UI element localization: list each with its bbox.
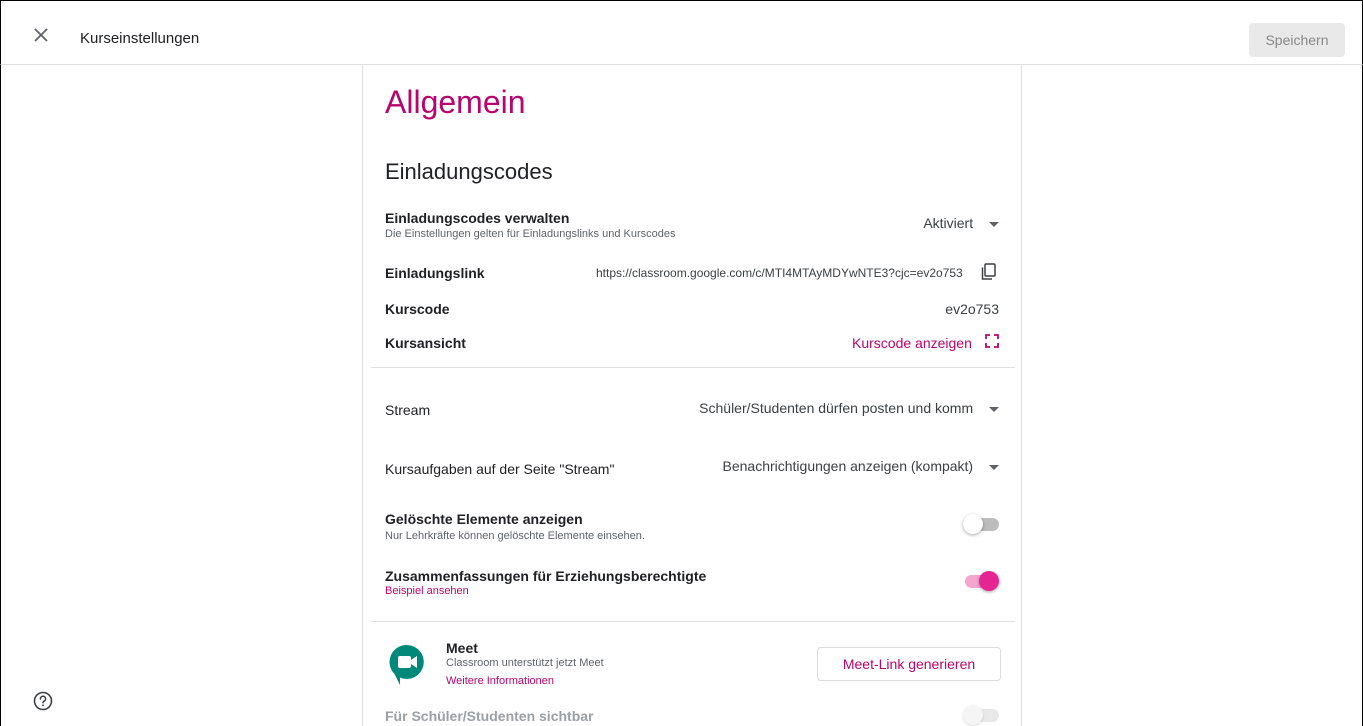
stream-dropdown[interactable]: Schüler/Studenten dürfen posten und komm [699,400,999,416]
deleted-items-label: Gelöschte Elemente anzeigen [385,511,583,527]
close-icon[interactable] [29,23,53,47]
course-code-label: Kurscode [385,301,450,317]
manage-codes-description: Die Einstellungen gelten für Einladungsl… [385,228,676,240]
meet-description: Classroom unterstützt jetzt Meet [446,657,604,669]
page-header-title: Kurseinstellungen [80,30,200,47]
guardian-summaries-toggle[interactable] [963,571,999,591]
section-divider [371,367,1015,368]
course-view-label: Kursansicht [385,335,466,351]
classwork-stream-dropdown[interactable]: Benachrichtigungen anzeigen (kompakt) [722,458,999,474]
section-divider [371,621,1015,622]
manage-codes-label: Einladungscodes verwalten [385,210,570,226]
section-title: Einladungscodes [385,159,553,184]
visible-to-students-label: Für Schüler/Studenten sichtbar [385,708,594,724]
toggle-knob [963,514,983,534]
classwork-stream-value: Benachrichtigungen anzeigen (kompakt) [722,458,974,474]
toggle-knob [979,571,999,591]
toggle-knob [963,705,983,725]
see-example-link[interactable]: Beispiel ansehen [385,585,469,597]
settings-card: Allgemein Einladungscodes Einladungscode… [362,65,1022,726]
stream-label: Stream [385,402,431,418]
show-course-code-link[interactable]: Kurscode anzeigen [852,335,972,351]
course-code-value: ev2o753 [945,301,999,317]
page-title: Allgemein [385,84,526,120]
deleted-items-description: Nur Lehrkräfte können gelöschte Elemente… [385,530,645,542]
invite-link-label: Einladungslink [385,265,485,281]
meet-title: Meet [446,640,478,656]
help-icon[interactable] [32,690,54,712]
copy-icon[interactable] [980,262,998,282]
generate-meet-link-button[interactable]: Meet-Link generieren [817,647,1001,681]
chevron-down-icon [989,464,999,470]
save-button[interactable]: Speichern [1249,23,1345,57]
manage-codes-dropdown[interactable]: Aktiviert [923,215,999,231]
chevron-down-icon [989,406,999,412]
classwork-stream-label: Kursaufgaben auf der Seite "Stream" [385,461,615,477]
deleted-items-toggle[interactable] [963,514,999,534]
chevron-down-icon [989,221,999,227]
invite-link-value: https://classroom.google.com/c/MTI4MTAyM… [596,266,963,280]
manage-codes-value: Aktiviert [923,215,974,231]
window-border-left [0,65,1,726]
guardian-summaries-label: Zusammenfassungen für Erziehungsberechti… [385,568,707,584]
meet-more-info-link[interactable]: Weitere Informationen [446,675,554,687]
meet-icon [387,643,427,687]
top-bar: Kurseinstellungen Speichern [0,0,1363,65]
visible-to-students-toggle[interactable] [963,705,999,725]
fullscreen-icon[interactable] [984,333,1000,349]
stream-value: Schüler/Studenten dürfen posten und komm [699,400,974,416]
